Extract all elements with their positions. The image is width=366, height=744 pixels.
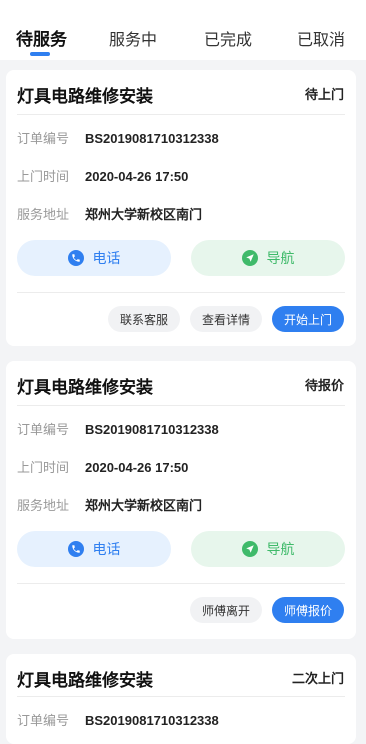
order-actions: 联系客服 查看详情 开始上门 [107, 306, 344, 332]
visit-time-row: 上门时间 2020-04-26 17:50 [17, 166, 188, 185]
order-number-row: 订单编号 BS2019081710312338 [17, 710, 219, 729]
order-number-value: BS2019081710312338 [85, 713, 219, 728]
navigate-label: 导航 [266, 541, 295, 557]
divider [17, 114, 345, 115]
order-status: 待上门 [304, 87, 344, 102]
order-number-row: 订单编号 BS2019081710312338 [17, 419, 219, 438]
order-number-label: 订单编号 [17, 713, 70, 728]
order-number-label: 订单编号 [17, 131, 70, 146]
visit-time-row: 上门时间 2020-04-26 17:50 [17, 457, 188, 476]
order-number-value: BS2019081710312338 [85, 422, 219, 437]
visit-time-value: 2020-04-26 17:50 [85, 460, 189, 475]
divider [17, 292, 345, 293]
master-quote-button[interactable]: 师傅报价 [271, 597, 344, 623]
order-actions: 师傅离开 师傅报价 [189, 597, 344, 623]
tab-in-service[interactable]: 服务中 [109, 26, 157, 50]
view-details-button[interactable]: 查看详情 [189, 306, 262, 332]
navigation-arrow-icon [241, 250, 258, 266]
visit-time-value: 2020-04-26 17:50 [85, 169, 189, 184]
order-number-label: 订单编号 [17, 422, 70, 437]
address-row: 服务地址 郑州大学新校区南门 [17, 204, 202, 223]
address-label: 服务地址 [17, 498, 70, 513]
visit-time-label: 上门时间 [17, 460, 70, 475]
master-leave-button[interactable]: 师傅离开 [189, 597, 262, 623]
tab-completed[interactable]: 已完成 [204, 26, 252, 50]
contact-support-button[interactable]: 联系客服 [107, 306, 180, 332]
phone-icon [67, 250, 84, 266]
order-title: 灯具电路维修安装 [17, 671, 153, 690]
navigate-button[interactable]: 导航 [191, 531, 345, 567]
order-card[interactable]: 灯具电路维修安装 待报价 订单编号 BS2019081710312338 上门时间… [6, 361, 356, 639]
active-tab-indicator [30, 52, 50, 56]
address-value: 郑州大学新校区南门 [85, 498, 203, 513]
tab-cancelled[interactable]: 已取消 [297, 26, 345, 50]
call-button[interactable]: 电话 [17, 240, 171, 276]
navigate-label: 导航 [266, 250, 295, 266]
phone-icon [67, 541, 84, 557]
order-card[interactable]: 灯具电路维修安装 待上门 订单编号 BS2019081710312338 上门时间… [6, 70, 356, 346]
divider [17, 583, 345, 584]
address-label: 服务地址 [17, 207, 70, 222]
order-status: 待报价 [304, 378, 344, 393]
call-label: 电话 [92, 541, 121, 557]
contact-row: 电话 导航 [6, 240, 356, 276]
visit-time-label: 上门时间 [17, 169, 70, 184]
order-title: 灯具电路维修安装 [17, 87, 153, 106]
order-status: 二次上门 [291, 671, 344, 686]
navigate-button[interactable]: 导航 [191, 240, 345, 276]
divider [17, 696, 345, 697]
start-visit-button[interactable]: 开始上门 [271, 306, 344, 332]
order-number-value: BS2019081710312338 [85, 131, 219, 146]
navigation-arrow-icon [241, 541, 258, 557]
call-button[interactable]: 电话 [17, 531, 171, 567]
order-title: 灯具电路维修安装 [17, 378, 153, 397]
address-value: 郑州大学新校区南门 [85, 207, 203, 222]
address-row: 服务地址 郑州大学新校区南门 [17, 495, 202, 514]
contact-row: 电话 导航 [6, 531, 356, 567]
status-tab-bar: 待服务 服务中 已完成 已取消 [0, 0, 366, 60]
tab-pending-service[interactable]: 待服务 [16, 25, 67, 50]
call-label: 电话 [92, 250, 121, 266]
divider [17, 405, 345, 406]
order-number-row: 订单编号 BS2019081710312338 [17, 128, 219, 147]
